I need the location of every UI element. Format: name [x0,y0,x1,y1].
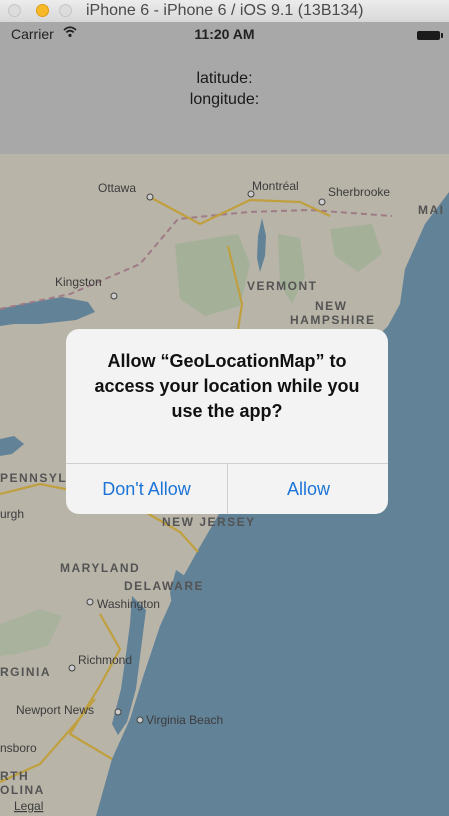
minimize-window-button[interactable] [36,4,49,17]
window-title: iPhone 6 - iPhone 6 / iOS 9.1 (13B134) [86,2,364,19]
location-permission-alert: Allow “GeoLocationMap” to access your lo… [66,329,388,514]
alert-message: Allow “GeoLocationMap” to access your lo… [94,351,360,421]
simulator-title-bar: iPhone 6 - iPhone 6 / iOS 9.1 (13B134) [0,0,449,23]
phone-screen: Carrier 11:20 AM latitude: longitude: Ot… [0,22,449,816]
zoom-window-button[interactable] [59,4,72,17]
close-window-button[interactable] [8,4,21,17]
simulator-window: iPhone 6 - iPhone 6 / iOS 9.1 (13B134) C… [0,0,449,816]
dont-allow-button[interactable]: Don't Allow [66,464,227,514]
allow-button[interactable]: Allow [228,464,388,514]
